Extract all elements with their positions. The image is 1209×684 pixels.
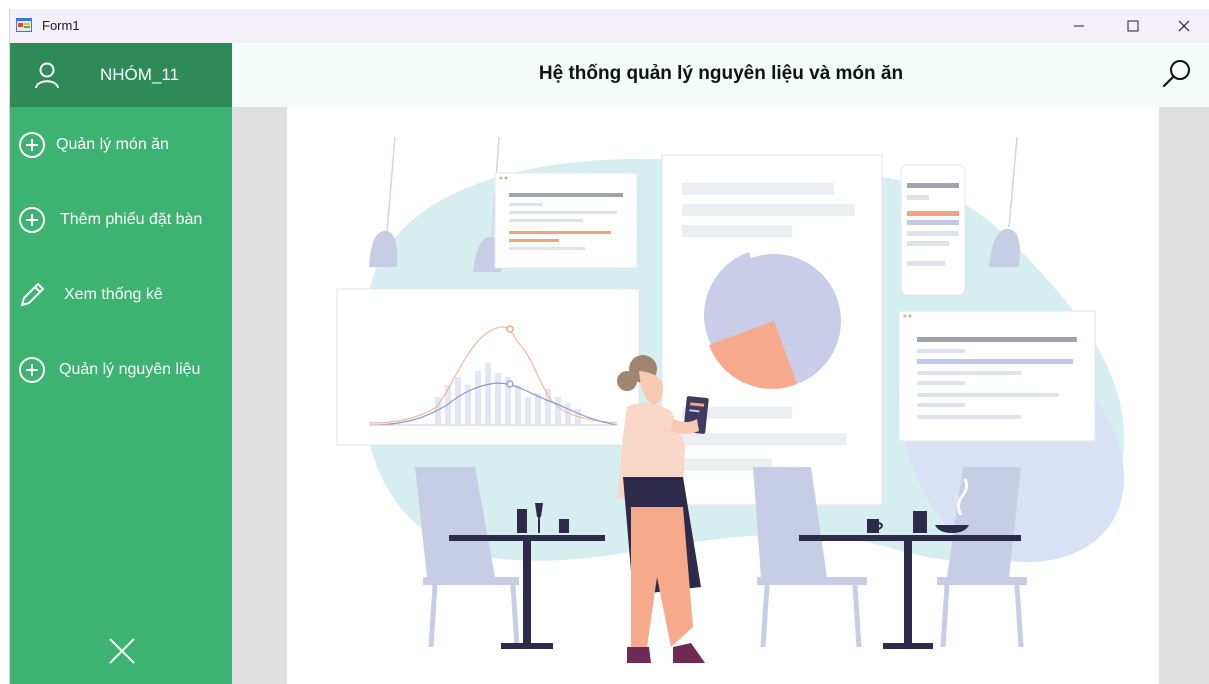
sidebar-item-them-phieu-dat-ban[interactable]: Thêm phiếu đặt bàn (10, 198, 232, 242)
maximize-icon (1127, 20, 1139, 32)
pencil-icon (21, 283, 44, 306)
minimize-button[interactable] (1056, 9, 1102, 43)
sidebar-item-label: Thêm phiếu đặt bàn (60, 211, 203, 228)
restaurant-illustration (287, 107, 1159, 684)
sidebar-item-quan-ly-mon-an[interactable]: Quản lý món ăn (10, 123, 232, 167)
sidebar-item-xem-thong-ke[interactable]: Xem thống kê (10, 273, 232, 317)
sidebar: NHÓM_11 Quản lý món ăn Thêm phiếu đặt bà… (10, 43, 232, 684)
plus-circle-icon (19, 207, 45, 233)
page-title: Hệ thống quản lý nguyên liệu và món ăn (538, 63, 904, 84)
sidebar-item-quan-ly-nguyen-lieu[interactable]: Quản lý nguyên liệu (10, 348, 232, 392)
illustration-graphic (336, 136, 1125, 663)
minimize-icon (1074, 25, 1084, 27)
app-icon (16, 18, 32, 32)
sidebar-item-label: Xem thống kê (64, 286, 163, 303)
plus-circle-icon (19, 357, 45, 383)
maximize-button[interactable] (1110, 9, 1156, 43)
title-bar: Form1 (10, 9, 1209, 43)
close-icon (1178, 20, 1190, 32)
content-area (232, 107, 1209, 684)
app-window: Form1 NHÓM_11 Quản lý món ăn Thêm phiếu … (9, 9, 1209, 684)
close-icon (109, 638, 135, 664)
header-bar: Hệ thống quản lý nguyên liệu và món ăn (232, 43, 1209, 107)
plus-circle-icon (19, 132, 45, 158)
sidebar-item-label: Quản lý món ăn (56, 136, 169, 153)
search-icon[interactable] (1160, 57, 1194, 91)
sidebar-close-button[interactable] (106, 635, 138, 667)
sidebar-header: NHÓM_11 (10, 43, 232, 107)
window-title: Form1 (42, 18, 80, 33)
close-window-button[interactable] (1161, 9, 1207, 43)
user-icon[interactable] (32, 60, 62, 90)
user-name: NHÓM_11 (100, 65, 180, 84)
sidebar-item-label: Quản lý nguyên liệu (59, 361, 201, 378)
